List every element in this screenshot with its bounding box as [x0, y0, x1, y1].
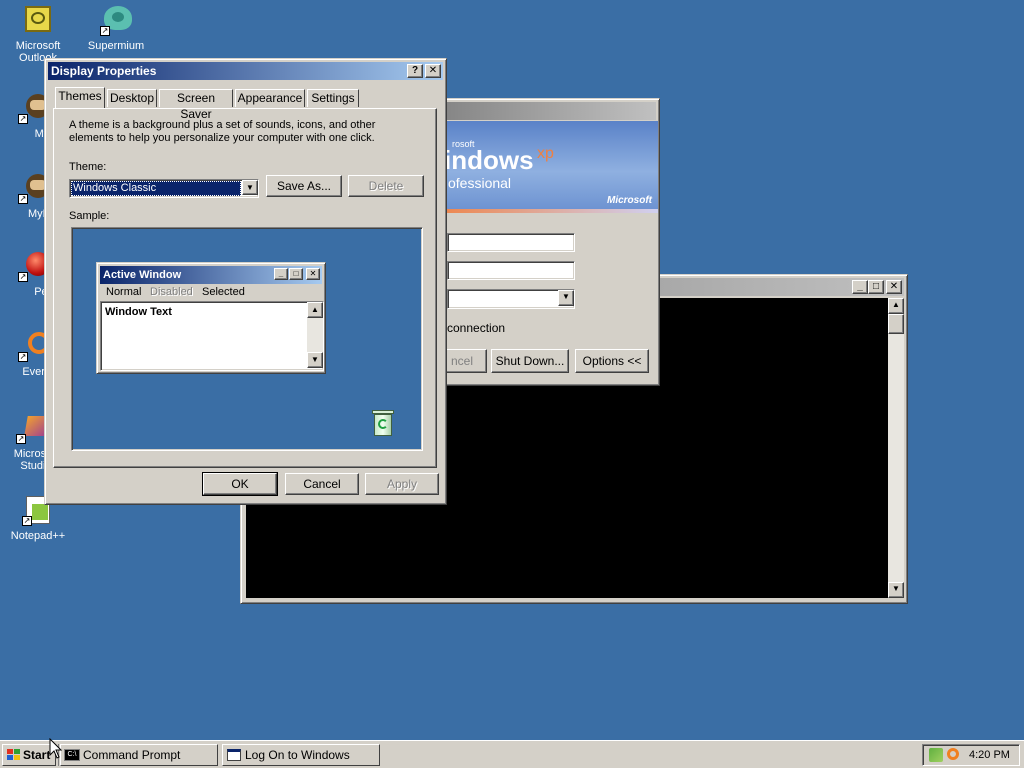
tab-desktop[interactable]: Desktop	[107, 89, 157, 107]
brand-main: indows	[444, 145, 534, 175]
task-label: Command Prompt	[83, 748, 181, 762]
delete-button[interactable]: Delete	[348, 175, 424, 197]
preview-scroll-up-icon: ▲	[307, 302, 323, 318]
start-label: Start	[23, 748, 51, 762]
preview-titlebar: Active Window _ □ ✕	[100, 266, 322, 284]
console-scrollbar[interactable]: ▲ ▼	[888, 298, 904, 598]
outlook-icon	[22, 4, 54, 36]
command-prompt-icon: C:\	[64, 749, 80, 761]
tab-screen-saver[interactable]: Screen Saver	[159, 89, 233, 121]
brand-xp: xp	[537, 145, 554, 162]
scroll-down-button[interactable]: ▼	[888, 582, 904, 598]
save-as-button[interactable]: Save As...	[266, 175, 342, 197]
shutdown-button[interactable]: Shut Down...	[491, 349, 569, 373]
desktop-icon-supermium[interactable]: ↗ Supermium	[78, 4, 154, 52]
desktop-icon-label: Notepad++	[10, 530, 66, 542]
logon-titlebar[interactable]	[424, 102, 656, 120]
windows-logo-icon	[7, 749, 21, 761]
display-properties-window[interactable]: Display Properties ? ✕ Themes Desktop Sc…	[44, 58, 447, 505]
sample-label: Sample:	[69, 210, 110, 222]
task-label: Log On to Windows	[245, 748, 350, 762]
recycle-bin-icon	[370, 408, 396, 438]
options-button[interactable]: Options <<	[575, 349, 649, 373]
maximize-button[interactable]: □	[868, 280, 884, 294]
preview-title: Active Window	[103, 269, 182, 281]
tab-strip: Themes Desktop Screen Saver Appearance S…	[55, 87, 435, 121]
chevron-down-icon[interactable]: ▼	[558, 290, 574, 306]
desktop-icon-outlook[interactable]: Microsoft Outlook	[0, 4, 76, 64]
scroll-thumb[interactable]	[888, 314, 904, 334]
system-tray: 4:20 PM	[922, 744, 1020, 766]
preview-maximize-icon: □	[289, 268, 303, 280]
username-input[interactable]	[447, 233, 575, 252]
desktop-icon-label: Supermium	[87, 40, 145, 52]
theme-selected-value: Windows Classic	[71, 181, 241, 196]
tab-settings[interactable]: Settings	[307, 89, 359, 107]
ok-button[interactable]: OK	[202, 472, 278, 496]
preview-scroll-down-icon: ▼	[307, 352, 323, 368]
start-button[interactable]: Start	[2, 744, 56, 766]
windows-xp-banner: rosoft indows xp ofessional Microsoft	[424, 121, 658, 213]
window-icon	[227, 749, 241, 761]
preview-minimize-icon: _	[274, 268, 288, 280]
themes-panel: A theme is a background plus a set of so…	[53, 108, 437, 468]
tab-themes[interactable]: Themes	[55, 87, 105, 108]
preview-active-window: Active Window _ □ ✕ Normal Disabled Sele…	[96, 262, 326, 374]
preview-close-icon: ✕	[306, 268, 320, 280]
network-tray-icon[interactable]	[929, 748, 943, 762]
logon-dialog[interactable]: rosoft indows xp ofessional Microsoft ▼ …	[420, 98, 660, 386]
clock[interactable]: 4:20 PM	[969, 748, 1010, 762]
window-title: Display Properties	[51, 64, 157, 78]
close-button[interactable]: ✕	[425, 64, 441, 78]
tab-appearance[interactable]: Appearance	[235, 89, 305, 107]
preview-menubar: Normal Disabled Selected	[100, 284, 324, 300]
task-logon[interactable]: Log On to Windows	[222, 744, 380, 766]
close-button[interactable]: ✕	[886, 280, 902, 294]
microsoft-logo: Microsoft	[607, 195, 652, 206]
scroll-up-button[interactable]: ▲	[888, 298, 904, 314]
preview-menu-disabled: Disabled	[150, 286, 193, 298]
preview-menu-selected: Selected	[202, 286, 245, 298]
theme-select[interactable]: Windows Classic ▼	[69, 179, 259, 198]
display-properties-titlebar[interactable]: Display Properties ? ✕	[48, 62, 443, 80]
minimize-button[interactable]: _	[852, 280, 868, 294]
preview-content: Window Text ▲ ▼	[100, 301, 324, 371]
cancel-button[interactable]: Cancel	[285, 473, 359, 495]
sample-preview: Active Window _ □ ✕ Normal Disabled Sele…	[71, 227, 423, 451]
preview-scrollbar: ▲ ▼	[307, 302, 323, 368]
chevron-down-icon[interactable]: ▼	[242, 180, 258, 195]
taskbar: Start C:\ Command Prompt Log On to Windo…	[0, 740, 1024, 768]
search-tray-icon[interactable]	[947, 748, 959, 760]
themes-description: A theme is a background plus a set of so…	[69, 119, 376, 144]
domain-select[interactable]: ▼	[447, 289, 575, 309]
connection-checkbox-label[interactable]: connection	[447, 321, 505, 335]
preview-window-text: Window Text	[105, 306, 172, 318]
brand-edition: ofessional	[448, 175, 512, 191]
help-button[interactable]: ?	[407, 64, 423, 78]
task-command-prompt[interactable]: C:\ Command Prompt	[60, 744, 218, 766]
password-input[interactable]	[447, 261, 575, 280]
apply-button[interactable]: Apply	[365, 473, 439, 495]
supermium-icon: ↗	[100, 4, 132, 36]
theme-label: Theme:	[69, 161, 107, 173]
preview-menu-normal: Normal	[106, 286, 142, 298]
